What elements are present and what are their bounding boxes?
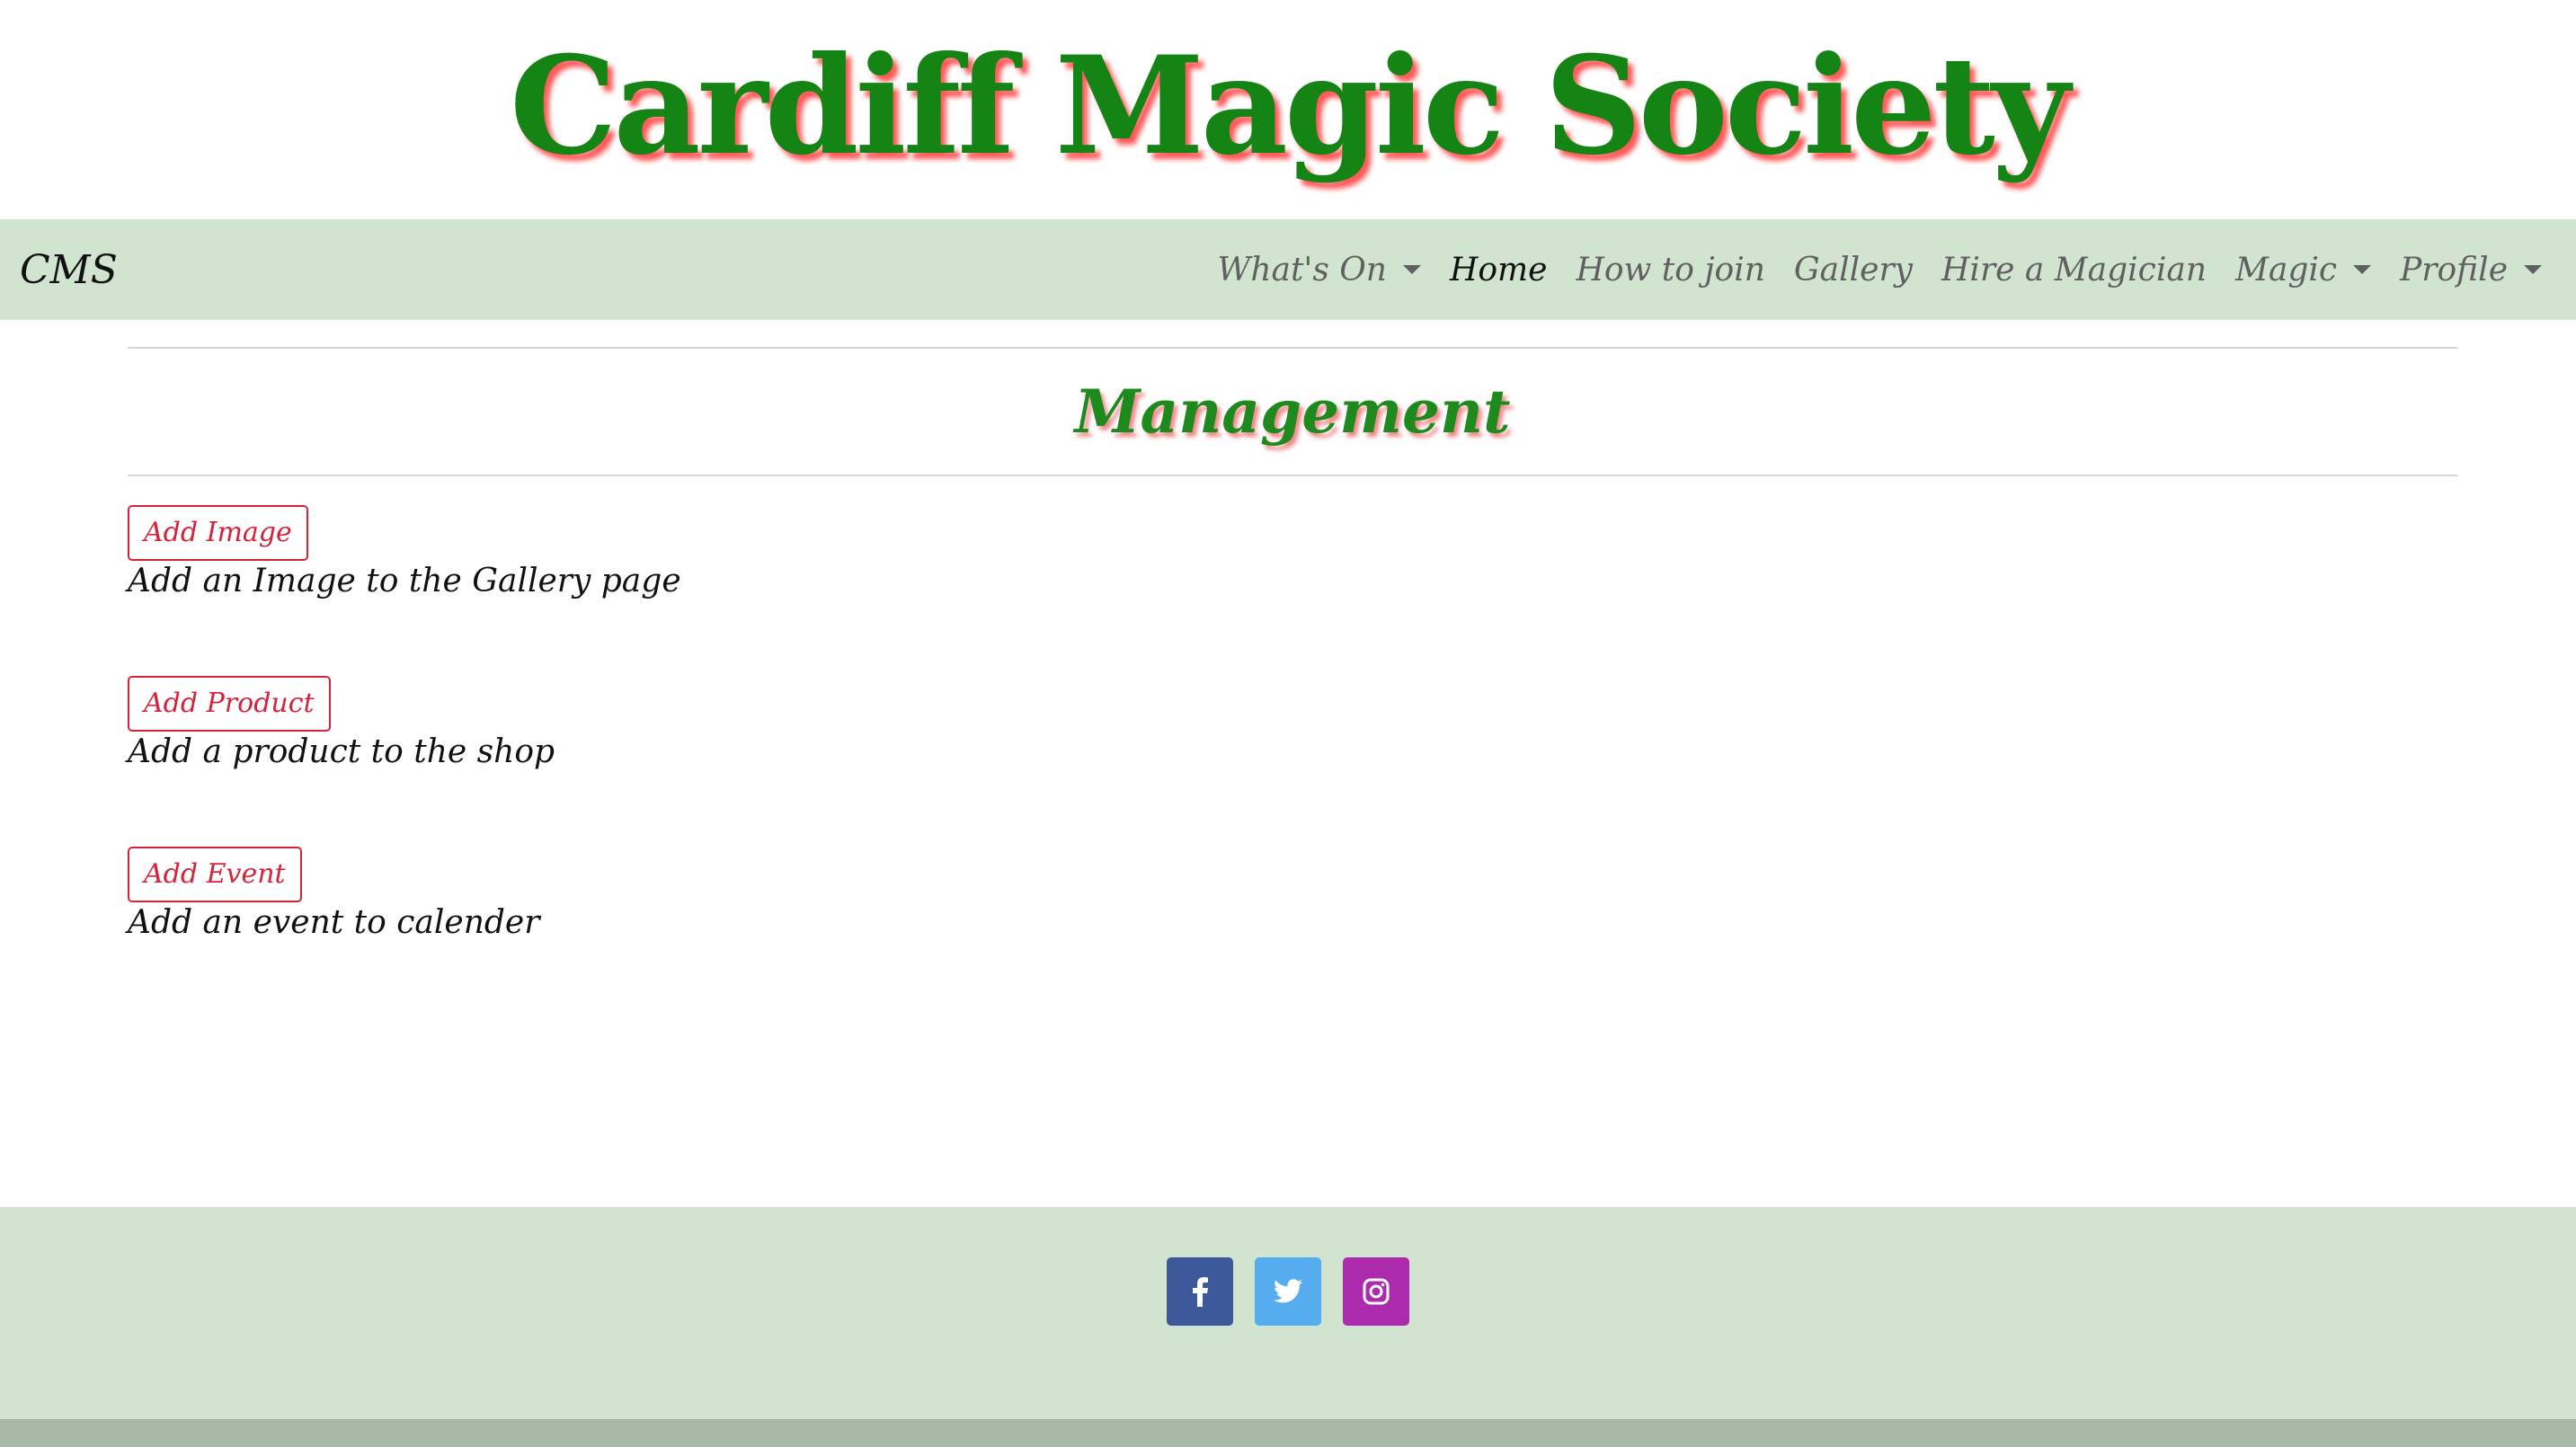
twitter-button[interactable] xyxy=(1255,1257,1321,1326)
facebook-button[interactable] xyxy=(1167,1257,1233,1326)
nav-item-label: Magic xyxy=(2235,251,2338,289)
instagram-button[interactable] xyxy=(1343,1257,1409,1326)
nav-item-label: What's On xyxy=(1217,251,1387,289)
add-image-button[interactable]: Add Image xyxy=(128,505,308,561)
nav-item-label: Gallery xyxy=(1793,251,1914,289)
divider xyxy=(128,475,2457,476)
caret-down-icon xyxy=(2524,265,2542,274)
nav-item-label: How to join xyxy=(1576,251,1765,289)
facebook-icon xyxy=(1190,1276,1210,1307)
nav-item-label: Home xyxy=(1449,251,1548,289)
caret-down-icon xyxy=(1402,265,1421,274)
nav-item-label: Profile xyxy=(2400,251,2508,289)
nav-item-home[interactable]: Home xyxy=(1435,252,1562,289)
social-links xyxy=(1167,1257,1409,1326)
nav-item-profile[interactable]: Profile xyxy=(2385,252,2556,289)
navbar-brand[interactable]: CMS xyxy=(20,247,118,293)
main-content: Management Add Image Add an Image to the… xyxy=(128,320,2457,954)
action-description: Add an event to calender xyxy=(128,904,540,941)
action-description: Add an Image to the Gallery page xyxy=(128,563,681,599)
add-event-button[interactable]: Add Event xyxy=(128,847,302,902)
nav-item-magic[interactable]: Magic xyxy=(2221,252,2385,289)
footer-bottom-bar xyxy=(0,1419,2576,1447)
nav-item-whats-on[interactable]: What's On xyxy=(1203,252,1435,289)
nav-menu: What's On Home How to join Gallery Hire … xyxy=(1203,252,2556,289)
nav-item-hire-a-magician[interactable]: Hire a Magician xyxy=(1927,252,2221,289)
management-action-event: Add Event Add an event to calender xyxy=(128,847,2457,954)
page-title: Management xyxy=(1074,377,1511,447)
site-title: Cardiff Magic Society xyxy=(510,27,2070,185)
footer xyxy=(0,1207,2576,1419)
nav-item-how-to-join[interactable]: How to join xyxy=(1561,252,1779,289)
instagram-icon xyxy=(1363,1278,1390,1305)
action-description: Add a product to the shop xyxy=(128,733,555,770)
caret-down-icon xyxy=(2353,265,2372,274)
navbar: CMS What's On Home How to join Gallery H… xyxy=(0,219,2576,320)
site-header: Cardiff Magic Society xyxy=(0,0,2576,219)
management-action-image: Add Image Add an Image to the Gallery pa… xyxy=(128,505,2457,613)
add-product-button[interactable]: Add Product xyxy=(128,676,331,732)
nav-item-label: Hire a Magician xyxy=(1941,251,2207,289)
twitter-icon xyxy=(1273,1279,1303,1304)
nav-item-gallery[interactable]: Gallery xyxy=(1780,252,1927,289)
management-action-product: Add Product Add a product to the shop xyxy=(128,676,2457,784)
